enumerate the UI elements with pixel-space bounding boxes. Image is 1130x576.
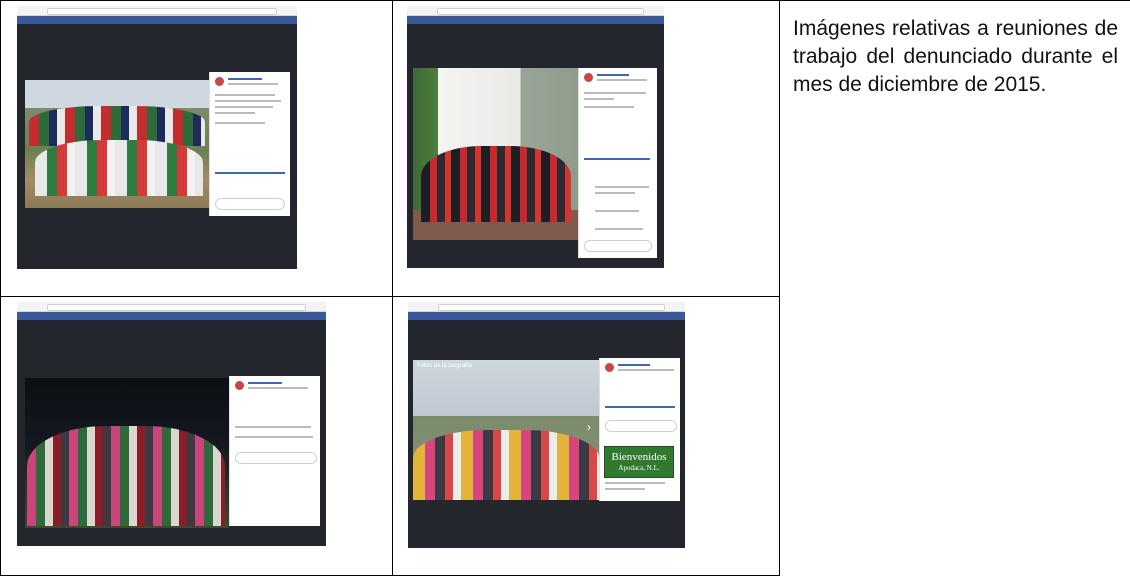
- welcome-sign: Bienvenidos Apodaca, N.L.: [604, 446, 674, 478]
- browser-toolbar: [17, 302, 326, 312]
- post-panel: [229, 376, 320, 526]
- overlay-title: Fotos de la biografía: [417, 363, 472, 369]
- facebook-header-bar: [17, 312, 326, 320]
- comment-input[interactable]: [215, 198, 285, 210]
- post-panel: Bienvenidos Apodaca, N.L.: [599, 358, 680, 501]
- facebook-header-bar: [408, 312, 685, 320]
- people-group: [413, 430, 599, 500]
- post-panel: [578, 68, 657, 258]
- avatar: [235, 381, 244, 390]
- night-photo: [25, 378, 229, 528]
- screenshot-night-gathering: [17, 302, 326, 546]
- address-bar: [47, 304, 306, 311]
- post-panel: [209, 72, 290, 216]
- screenshot-group-meeting: [407, 6, 664, 268]
- screenshot-photos-overlay: Fotos de la biografía › Bienvenidos Apod…: [408, 302, 685, 548]
- author-name[interactable]: [597, 74, 629, 76]
- group-photo: [413, 68, 578, 240]
- author-name[interactable]: [228, 78, 262, 80]
- comment-input[interactable]: [235, 452, 317, 464]
- avatar: [584, 73, 593, 82]
- avatar: [605, 363, 614, 372]
- facebook-header-bar: [407, 16, 664, 24]
- browser-toolbar: [407, 6, 664, 16]
- table-border-col2: [779, 0, 780, 576]
- people-group: [421, 146, 571, 222]
- crowd: [27, 426, 225, 526]
- player-row-front: [35, 140, 203, 196]
- facebook-header-bar: [17, 16, 297, 24]
- author-name[interactable]: [248, 382, 282, 384]
- browser-toolbar: [17, 6, 297, 16]
- table-border-middle: [0, 296, 780, 297]
- table-border-left: [0, 0, 1, 576]
- comment-input[interactable]: [584, 240, 652, 252]
- address-bar: [438, 304, 665, 311]
- sign-line2: Apodaca, N.L.: [618, 464, 660, 472]
- chevron-right-icon[interactable]: ›: [587, 420, 591, 434]
- table-border-col1: [392, 0, 393, 576]
- sign-line1: Bienvenidos: [611, 451, 667, 463]
- author-name[interactable]: [618, 364, 650, 366]
- comment-input[interactable]: [605, 420, 677, 432]
- browser-toolbar: [408, 302, 685, 312]
- image-caption: Imágenes relativas a reuniones de trabaj…: [793, 17, 1118, 96]
- street-photo: Fotos de la biografía ›: [413, 360, 599, 500]
- table-border-top: [0, 0, 1130, 1]
- team-photo: [25, 80, 209, 208]
- address-bar: [437, 8, 644, 15]
- screenshot-baseball-team: [17, 6, 297, 269]
- address-bar: [47, 8, 277, 15]
- avatar: [215, 77, 224, 86]
